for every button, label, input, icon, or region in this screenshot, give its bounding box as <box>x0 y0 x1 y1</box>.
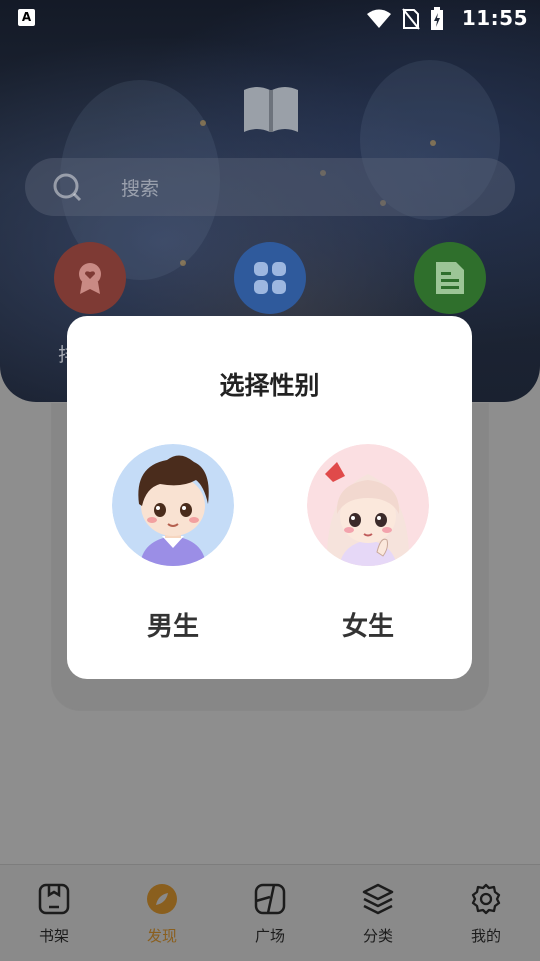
nav-bookshelf[interactable]: 书架 <box>0 865 108 961</box>
nav-discover-label: 发现 <box>146 927 177 945</box>
layers-icon <box>362 883 394 915</box>
search-bar[interactable]: 搜索 <box>25 158 515 216</box>
male-option[interactable]: 男生 <box>112 444 234 643</box>
nav-square-label: 广场 <box>254 927 285 945</box>
nav-discover[interactable]: 发现 <box>108 865 216 961</box>
background-decor <box>180 260 186 266</box>
gender-select-dialog: 选择性别 男生 女生 <box>67 316 472 679</box>
grid-icon <box>254 262 286 294</box>
quick-action-document[interactable] <box>414 242 486 314</box>
document-icon <box>436 262 464 294</box>
dialog-title: 选择性别 <box>219 371 320 400</box>
battery-charging-icon <box>431 7 443 30</box>
girl-avatar[interactable] <box>307 444 429 566</box>
background-decor <box>200 120 206 126</box>
quick-action-grid[interactable] <box>234 242 306 314</box>
book-icon <box>244 87 298 132</box>
square-icon <box>254 883 286 915</box>
status-indicator-icon: A <box>18 9 35 26</box>
status-icons <box>366 7 444 31</box>
background-decor <box>430 140 436 146</box>
wifi-icon <box>367 9 391 28</box>
nav-mine[interactable]: 我的 <box>432 865 540 961</box>
male-option-label: 男生 <box>146 612 199 642</box>
status-bar: A 11:55 <box>0 0 540 36</box>
search-placeholder: 搜索 <box>121 178 160 200</box>
quick-action-rank[interactable] <box>54 242 126 314</box>
discover-icon <box>147 884 177 914</box>
bookshelf-icon <box>38 883 70 915</box>
search-icon <box>53 173 82 202</box>
bottom-nav: 书架 发现 广场 分类 我的 <box>0 864 540 961</box>
female-option-label: 女生 <box>341 612 394 642</box>
female-option[interactable]: 女生 <box>307 444 429 643</box>
nav-mine-label: 我的 <box>470 927 501 945</box>
no-sim-icon <box>402 8 420 30</box>
nav-square[interactable]: 广场 <box>216 865 324 961</box>
nav-category-label: 分类 <box>362 927 393 945</box>
gear-icon <box>471 883 501 915</box>
nav-category[interactable]: 分类 <box>324 865 432 961</box>
boy-avatar[interactable] <box>112 444 234 566</box>
status-time: 11:55 <box>461 6 528 30</box>
nav-bookshelf-label: 书架 <box>38 927 69 945</box>
badge-icon <box>79 263 101 294</box>
